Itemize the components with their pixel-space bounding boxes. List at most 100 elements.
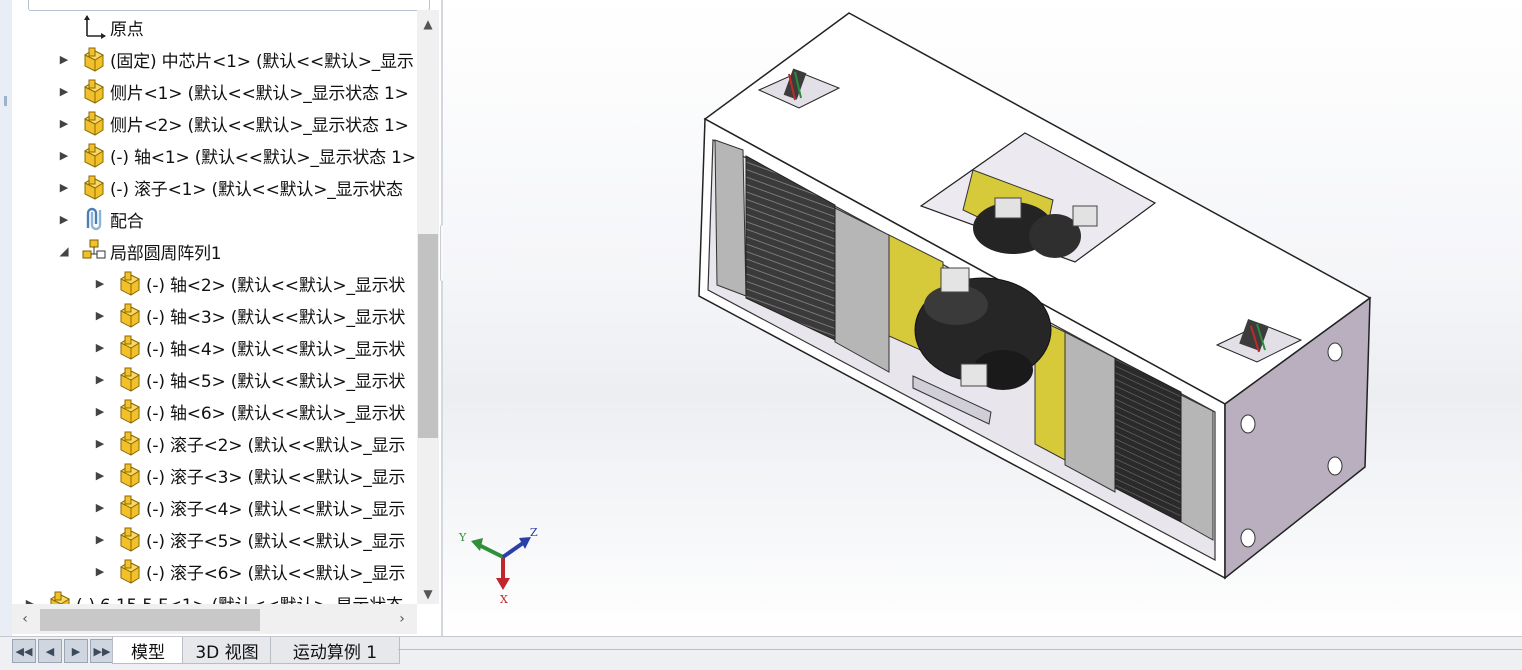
- part-icon: [80, 77, 108, 105]
- collapsed-caret-icon[interactable]: ▶: [92, 373, 108, 386]
- part-icon: [116, 269, 144, 297]
- collapsed-caret-icon[interactable]: ▶: [92, 533, 108, 546]
- part-icon: [116, 525, 144, 553]
- tree-item-label: (-) 滚子<3> (默认<<默认>_显示: [146, 467, 406, 488]
- last-icon[interactable]: ▶▶: [90, 639, 114, 663]
- origin-icon: [80, 13, 108, 41]
- tree-item-label: (-) 滚子<6> (默认<<默认>_显示: [146, 563, 406, 584]
- next-icon[interactable]: ▶: [64, 639, 88, 663]
- part-icon: [116, 333, 144, 361]
- tab-model[interactable]: 模型: [112, 637, 184, 664]
- tree-item[interactable]: 原点: [56, 12, 144, 42]
- tree-item-label: (-) 轴<2> (默认<<默认>_显示状: [146, 275, 406, 296]
- tabbar-divider: [398, 649, 1522, 650]
- first-icon[interactable]: ◀◀: [12, 639, 36, 663]
- tree-item-label: (-) 轴<4> (默认<<默认>_显示状: [146, 339, 406, 360]
- tree-item[interactable]: ▶ (-) 滚子<2> (默认<<默认>_显示: [92, 428, 405, 458]
- collapsed-caret-icon[interactable]: ▶: [92, 341, 108, 354]
- scroll-right-icon[interactable]: ›: [393, 610, 411, 628]
- tree-item[interactable]: ▶ (-) 轴<1> (默认<<默认>_显示状态 1>: [56, 140, 416, 170]
- tree-horizontal-scrollbar[interactable]: ‹ ›: [12, 604, 417, 634]
- circular-pattern-icon: [80, 237, 108, 265]
- collapsed-caret-icon[interactable]: ▶: [56, 149, 72, 162]
- axis-y-label: Y: [458, 531, 467, 544]
- collapsed-caret-icon[interactable]: ▶: [92, 469, 108, 482]
- collapsed-caret-icon[interactable]: ▶: [56, 213, 72, 226]
- tree-item[interactable]: ▶ (固定) 中芯片<1> (默认<<默认>_显示: [56, 44, 414, 74]
- tree-item-label: 侧片<2> (默认<<默认>_显示状态 1>: [110, 115, 409, 136]
- tree-item-label: (固定) 中芯片<1> (默认<<默认>_显示: [110, 51, 414, 72]
- tree-item[interactable]: ◢ 局部圆周阵列1: [56, 236, 222, 266]
- collapsed-caret-icon[interactable]: ▶: [92, 309, 108, 322]
- part-icon: [116, 557, 144, 585]
- part-icon: [116, 429, 144, 457]
- part-icon: [80, 109, 108, 137]
- expanded-caret-icon[interactable]: ◢: [56, 244, 72, 258]
- tree-item-label: (-) 滚子<4> (默认<<默认>_显示: [146, 499, 406, 520]
- collapsed-caret-icon[interactable]: ▶: [56, 53, 72, 66]
- part-icon: [116, 365, 144, 393]
- tree-item[interactable]: ▶ 侧片<2> (默认<<默认>_显示状态 1>: [56, 108, 409, 138]
- collapsed-caret-icon[interactable]: ▶: [92, 501, 108, 514]
- tree-item[interactable]: ▶ (-) 轴<2> (默认<<默认>_显示状: [92, 268, 405, 298]
- tree-item[interactable]: ▶ (-) 滚子<3> (默认<<默认>_显示: [92, 460, 405, 490]
- bottom-tab-bar: ◀◀ ◀ ▶ ▶▶ 模型 3D 视图 运动算例 1: [0, 636, 1522, 670]
- part-icon: [116, 461, 144, 489]
- tab-3d-view[interactable]: 3D 视图: [182, 637, 272, 664]
- tab-motion-study[interactable]: 运动算例 1: [270, 637, 400, 664]
- tree-item[interactable]: ▶ (-) 滚子<5> (默认<<默认>_显示: [92, 524, 405, 554]
- model-render: X Y Z: [458, 12, 1372, 606]
- hscroll-thumb[interactable]: [40, 609, 260, 631]
- collapsed-caret-icon[interactable]: ▶: [92, 277, 108, 290]
- tree-item-label: (-) 滚子<1> (默认<<默认>_显示状态: [110, 179, 403, 200]
- collapsed-caret-icon[interactable]: ▶: [92, 565, 108, 578]
- scroll-down-icon[interactable]: ▼: [417, 584, 439, 604]
- part-icon: [116, 301, 144, 329]
- collapsed-caret-icon[interactable]: ▶: [92, 437, 108, 450]
- part-icon: [80, 45, 108, 73]
- graphics-viewport[interactable]: X Y Z: [443, 0, 1522, 636]
- collapsed-caret-icon[interactable]: ▶: [56, 85, 72, 98]
- scroll-thumb[interactable]: [418, 234, 438, 438]
- strip-marker: [4, 96, 7, 106]
- housing: [698, 12, 1372, 580]
- part-icon: [116, 493, 144, 521]
- tree-item-label: (-) 轴<3> (默认<<默认>_显示状: [146, 307, 406, 328]
- tree-item-label: 局部圆周阵列1: [110, 243, 222, 264]
- tree-item-label: 侧片<1> (默认<<默认>_显示状态 1>: [110, 83, 409, 104]
- part-icon: [116, 397, 144, 425]
- tree-item-label: (-) 滚子<2> (默认<<默认>_显示: [146, 435, 406, 456]
- collapsed-caret-icon[interactable]: ▶: [92, 405, 108, 418]
- axis-z-label: Z: [530, 526, 538, 539]
- tree-header-edge: [28, 0, 430, 11]
- tree-vertical-scrollbar[interactable]: ▲ ▼: [417, 10, 439, 604]
- scroll-up-icon[interactable]: ▲: [417, 14, 439, 34]
- tab-nav-buttons: ◀◀ ◀ ▶ ▶▶: [12, 639, 116, 665]
- coordinate-triad: X Y Z: [458, 526, 538, 606]
- tree-item[interactable]: ▶ (-) 轴<4> (默认<<默认>_显示状: [92, 332, 405, 362]
- tree-item[interactable]: ▶ 配合: [56, 204, 144, 234]
- scroll-left-icon[interactable]: ‹: [16, 610, 34, 628]
- tree-item-label: (-) 轴<5> (默认<<默认>_显示状: [146, 371, 406, 392]
- part-icon: [80, 141, 108, 169]
- part-icon: [80, 173, 108, 201]
- left-edge-strip: [0, 0, 12, 636]
- tree-item[interactable]: ▶ (-) 滚子<4> (默认<<默认>_显示: [92, 492, 405, 522]
- tree-item[interactable]: ▶ (-) 滚子<1> (默认<<默认>_显示状态: [56, 172, 403, 202]
- collapsed-caret-icon[interactable]: ▶: [56, 181, 72, 194]
- tree-item-label: (-) 轴<6> (默认<<默认>_显示状: [146, 403, 406, 424]
- axis-x-label: X: [500, 593, 508, 606]
- tree-item-label: 配合: [110, 211, 144, 232]
- tree-item[interactable]: ▶ 侧片<1> (默认<<默认>_显示状态 1>: [56, 76, 409, 106]
- tree-item-label: (-) 滚子<5> (默认<<默认>_显示: [146, 531, 406, 552]
- tree-item[interactable]: ▶ (-) 滚子<6> (默认<<默认>_显示: [92, 556, 405, 586]
- tree-item-label: 原点: [110, 19, 144, 40]
- prev-icon[interactable]: ◀: [38, 639, 62, 663]
- tree-item[interactable]: ▶ (-) 轴<5> (默认<<默认>_显示状: [92, 364, 405, 394]
- tree-item[interactable]: ▶ (-) 轴<6> (默认<<默认>_显示状: [92, 396, 405, 426]
- feature-manager-tree: 原点 ▶ (固定) 中芯片<1> (默认<<默认>_显示 ▶ 侧片<1> (默认<<默认…: [12, 0, 442, 636]
- tree-item-label: (-) 轴<1> (默认<<默认>_显示状态 1>: [110, 147, 416, 168]
- tree-item[interactable]: ▶ (-) 轴<3> (默认<<默认>_显示状: [92, 300, 405, 330]
- collapsed-caret-icon[interactable]: ▶: [56, 117, 72, 130]
- mates-icon: [80, 205, 108, 233]
